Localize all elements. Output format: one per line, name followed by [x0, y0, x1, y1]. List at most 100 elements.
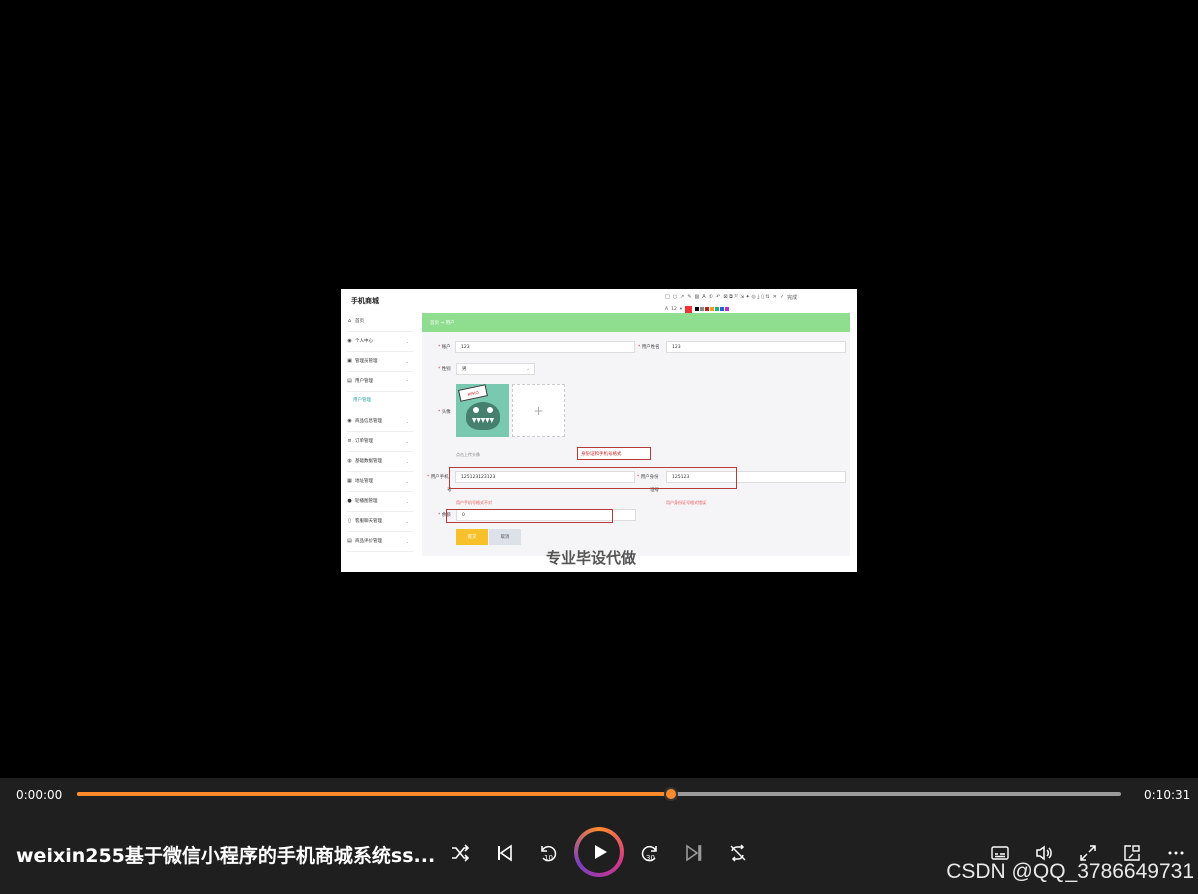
player-controls: 0:00:00 0:10:31 weixin255基于微信小程序的手机商城系统s… — [0, 778, 1198, 894]
next-icon — [686, 844, 702, 862]
sidebar-item-admin[interactable]: ▣ 管理员管理 ⌄ — [347, 351, 413, 372]
sidebar-subitem-user-manage[interactable]: 用户管理 — [353, 397, 371, 403]
gender-label: * 性别 — [438, 367, 451, 372]
users-icon: ▤ — [347, 377, 352, 384]
mosaic-tool-icon: ▨ — [694, 294, 700, 300]
chevron-up-icon: ⌃ — [405, 378, 409, 384]
current-color-swatch — [685, 305, 693, 313]
pen-tool-icon: ✎ — [687, 294, 692, 300]
annotation-textbox: 身份证和手机号格式 — [577, 447, 651, 460]
carousel-icon: ● — [347, 497, 352, 504]
chevron-down-icon: ⌄ — [405, 538, 409, 544]
svg-text:10: 10 — [544, 854, 553, 862]
phone-error: 用户手机号格式不对 — [456, 500, 492, 505]
sidebar-item-profile[interactable]: ◉ 个人中心 ⌄ — [347, 331, 413, 352]
play-button[interactable] — [574, 827, 624, 877]
username-label: * 用户姓名 — [638, 345, 660, 350]
seek-bar[interactable] — [77, 787, 1121, 801]
chevron-down-icon: ⌄ — [405, 458, 409, 464]
submit-button[interactable]: 提交 — [456, 529, 488, 545]
monster-face — [466, 402, 500, 430]
chevron-down-icon: ⌄ — [405, 438, 409, 444]
annotation-rect-balance — [446, 509, 613, 523]
forward-30-button[interactable]: 30 — [637, 840, 663, 866]
review-icon: ▤ — [347, 537, 352, 544]
forward-30-icon: 30 — [641, 845, 657, 862]
undo-icon: ↶ — [716, 294, 721, 300]
seek-thumb[interactable] — [664, 787, 679, 801]
avatar-image[interactable]: ЯPHO — [456, 384, 509, 437]
sidebar-item-basedata[interactable]: ◍ 基础数据管理 ⌄ — [347, 451, 413, 472]
sidebar: ⌂ 首页 ◉ 个人中心 ⌄ ▣ 管理员管理 ⌄ ▤ 用户管理 ⌃ 用户管理 ◉ 商品信息管理 ⌄ … — [341, 311, 415, 572]
goods-icon: ◉ — [347, 417, 352, 424]
idcard-error: 用户身份证号格式错误 — [666, 500, 706, 505]
frame-watermark: 专业毕设代做 — [546, 549, 637, 567]
total-time: 0:10:31 — [1144, 788, 1191, 802]
chevron-down-icon: ⌄ — [405, 498, 409, 504]
account-label: * 账户 — [438, 345, 451, 350]
next-button[interactable] — [681, 840, 707, 866]
text-tool-icon: A — [702, 294, 706, 300]
tool-icons: ⊠ ⧉ ⤧ ⇲ ✦ ◎ ⤓ ▯ ⇅ — [723, 294, 770, 300]
current-time: 0:00:00 — [16, 788, 63, 802]
chevron-down-icon: ⌄ — [526, 366, 530, 372]
font-size-value: 12 — [671, 306, 677, 312]
sidebar-item-orders[interactable]: ≡ 订单管理 ⌄ — [347, 431, 413, 452]
avatar-sign: ЯPHO — [458, 384, 488, 402]
sidebar-item-goods[interactable]: ◉ 商品信息管理 ⌄ — [347, 411, 413, 432]
sidebar-item-users[interactable]: ▤ 用户管理 ⌃ — [347, 371, 413, 392]
check-icon: ✓ — [779, 294, 785, 300]
chat-icon: ▯ — [348, 517, 351, 524]
sidebar-item-chat[interactable]: ▯ 客服聊天管理 ⌄ — [347, 511, 413, 532]
rewind-10-icon: 10 — [541, 845, 557, 862]
video-title: weixin255基于微信小程序的手机商城系统ss... — [16, 845, 436, 867]
avatar-label: * 头像 — [438, 410, 451, 415]
user-icon: ◉ — [347, 337, 352, 344]
play-icon — [595, 845, 607, 859]
username-input[interactable]: 123 — [666, 341, 846, 353]
previous-button[interactable] — [491, 840, 517, 866]
admin-icon: ▣ — [347, 357, 352, 364]
home-icon: ⌂ — [347, 317, 352, 324]
svg-text:30: 30 — [646, 854, 655, 862]
gender-select[interactable]: 男 ⌄ — [456, 363, 535, 375]
sidebar-item-address[interactable]: ▦ 地址管理 ⌄ — [347, 471, 413, 492]
arrow-tool-icon: ↗ — [680, 294, 685, 300]
annotation-rect-phone-idcard — [449, 467, 737, 489]
repeat-off-button[interactable] — [725, 840, 751, 866]
account-input[interactable]: 123 — [455, 341, 635, 353]
cancel-button[interactable]: 取消 — [489, 529, 521, 545]
address-icon: ▦ — [347, 477, 352, 484]
color-palette — [695, 307, 730, 311]
breadcrumb: 首页 → 用户 — [422, 313, 850, 332]
sidebar-item-reviews[interactable]: ▤ 商品评价管理 ⌄ — [347, 531, 413, 552]
chevron-down-icon: ⌄ — [405, 358, 409, 364]
seek-progress — [77, 792, 672, 796]
close-icon: ✕ — [772, 294, 777, 300]
font-icon: A — [665, 306, 669, 312]
chevron-down-icon: ⌄ — [405, 518, 409, 524]
chevron-down-icon: ⌄ — [405, 478, 409, 484]
done-label: 完成 — [787, 294, 798, 301]
ellipse-tool-icon: ○ — [672, 294, 678, 300]
rewind-10-button[interactable]: 10 — [535, 840, 561, 866]
chevron-down-icon: ⌄ — [405, 338, 409, 344]
repeat-off-icon — [730, 844, 746, 862]
shuffle-button[interactable] — [447, 840, 473, 866]
sidebar-item-carousel[interactable]: ● 轮播图管理 ⌄ — [347, 491, 413, 512]
upload-avatar-button[interactable]: + — [512, 384, 565, 437]
csdn-watermark: CSDN @QQ_3786649731 — [946, 860, 1194, 883]
annotation-toolbar: □ ○ ↗ ✎ ▨ A ① ↶ ⊠ ⧉ ⤧ ⇲ ✦ ◎ ⤓ ▯ ⇅ ✕ ✓ 完成 — [665, 291, 855, 303]
previous-icon — [498, 844, 512, 862]
rect-tool-icon: □ — [665, 294, 670, 300]
app-title: 手机商城 — [351, 297, 379, 305]
order-icon: ≡ — [347, 437, 352, 444]
data-icon: ◍ — [347, 457, 352, 464]
upload-hint: 点击上传头像 — [456, 452, 480, 457]
shuffle-icon — [452, 844, 470, 862]
chevron-down-icon: ⌄ — [405, 418, 409, 424]
number-tool-icon: ① — [708, 294, 714, 300]
sidebar-item-home[interactable]: ⌂ 首页 — [347, 311, 413, 332]
phone-label: * 用户手机 — [427, 475, 449, 480]
video-frame[interactable]: 手机商城 □ ○ ↗ ✎ ▨ A ① ↶ ⊠ ⧉ ⤧ ⇲ ✦ ◎ ⤓ ▯ ⇅ ✕… — [341, 289, 857, 572]
